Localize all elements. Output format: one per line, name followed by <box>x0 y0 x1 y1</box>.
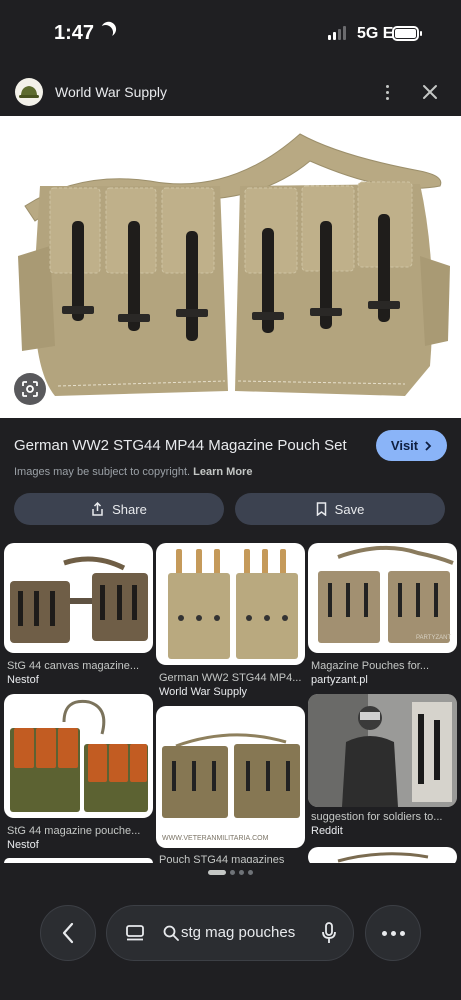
chevron-right-icon <box>425 440 432 451</box>
search-query[interactable]: stg mag pouches <box>181 924 311 941</box>
related-source: World War Supply <box>159 686 248 698</box>
battery-icon <box>392 26 422 41</box>
status-bar: 1:47 5G E <box>0 0 461 70</box>
microphone-icon[interactable] <box>321 922 337 944</box>
related-caption: German WW2 STG44 MP4... <box>159 672 302 684</box>
learn-more-link[interactable]: Learn More <box>193 466 252 478</box>
related-thumbnail[interactable] <box>308 847 457 863</box>
related-card[interactable] <box>308 847 457 863</box>
related-thumbnail[interactable] <box>4 694 153 818</box>
result-header: World War Supply <box>0 75 461 111</box>
related-caption: StG 44 magazine pouche... <box>7 825 141 837</box>
related-thumbnail[interactable] <box>4 543 153 653</box>
copyright-notice: Images may be subject to copyright. Lear… <box>14 466 252 478</box>
visit-button[interactable]: Visit <box>376 430 447 461</box>
cellular-signal-icon <box>328 26 346 40</box>
tabs-icon[interactable] <box>125 923 145 943</box>
google-lens-icon[interactable] <box>14 373 46 405</box>
source-logo[interactable] <box>15 78 43 106</box>
related-images-grid: StG 44 canvas magazine... Nestof German … <box>0 541 461 863</box>
related-caption: Magazine Pouches for... <box>311 660 430 672</box>
status-time: 1:47 <box>54 22 95 44</box>
related-card[interactable]: PARTYZANT Magazine Pouches for... partyz… <box>308 543 457 688</box>
close-icon[interactable] <box>418 80 442 104</box>
network-type: 5G E <box>357 25 394 42</box>
related-card[interactable]: StG 44 magazine pouche... Nestof <box>4 694 153 854</box>
related-source: partyzant.pl <box>311 674 368 686</box>
related-caption: StG 44 canvas magazine... <box>7 660 140 672</box>
bookmark-icon <box>316 502 326 516</box>
related-thumbnail[interactable]: PARTYZANT <box>308 543 457 653</box>
related-thumbnail[interactable] <box>156 543 305 665</box>
search-bar[interactable]: stg mag pouches <box>106 905 354 961</box>
back-button[interactable] <box>40 905 96 961</box>
partyzant-watermark: PARTYZANT <box>416 635 451 641</box>
bottom-toolbar: stg mag pouches <box>0 895 461 1000</box>
related-source: Nestof <box>7 674 39 686</box>
carousel-indicator <box>208 870 253 875</box>
related-card[interactable]: WWW.VETERANMILITARIA.COM Pouch STG44 mag… <box>156 706 305 863</box>
related-source: Reddit <box>311 825 343 837</box>
related-card[interactable]: German WW2 STG44 MP4... World War Supply <box>156 543 305 701</box>
result-title[interactable]: German WW2 STG44 MP44 Magazine Pouch Set <box>14 437 347 454</box>
veteran-watermark: WWW.VETERANMILITARIA.COM <box>162 835 269 842</box>
related-source: Nestof <box>7 839 39 851</box>
share-icon <box>92 502 103 516</box>
related-thumbnail[interactable]: WWW.VETERANMILITARIA.COM <box>156 706 305 848</box>
related-caption: suggestion for soldiers to... <box>311 811 443 823</box>
share-label: Share <box>112 501 147 517</box>
related-caption: Pouch STG44 magazines <box>159 854 285 863</box>
main-image[interactable] <box>0 116 461 418</box>
related-thumbnail[interactable] <box>4 858 153 863</box>
visit-label: Visit <box>390 438 419 453</box>
share-button[interactable]: Share <box>14 493 224 525</box>
related-card[interactable] <box>4 858 153 863</box>
more-menu-icon[interactable] <box>365 905 421 961</box>
search-icon <box>163 925 179 941</box>
related-card[interactable]: StG 44 canvas magazine... Nestof <box>4 543 153 688</box>
save-label: Save <box>334 501 365 517</box>
related-card[interactable]: suggestion for soldiers to... Reddit <box>308 694 457 844</box>
source-name[interactable]: World War Supply <box>55 84 167 100</box>
copyright-text: Images may be subject to copyright. <box>14 466 191 478</box>
related-thumbnail[interactable] <box>308 694 457 807</box>
do-not-disturb-moon-icon <box>96 23 115 42</box>
save-button[interactable]: Save <box>235 493 445 525</box>
chevron-left-icon <box>62 922 74 944</box>
more-options-icon[interactable] <box>376 80 398 104</box>
